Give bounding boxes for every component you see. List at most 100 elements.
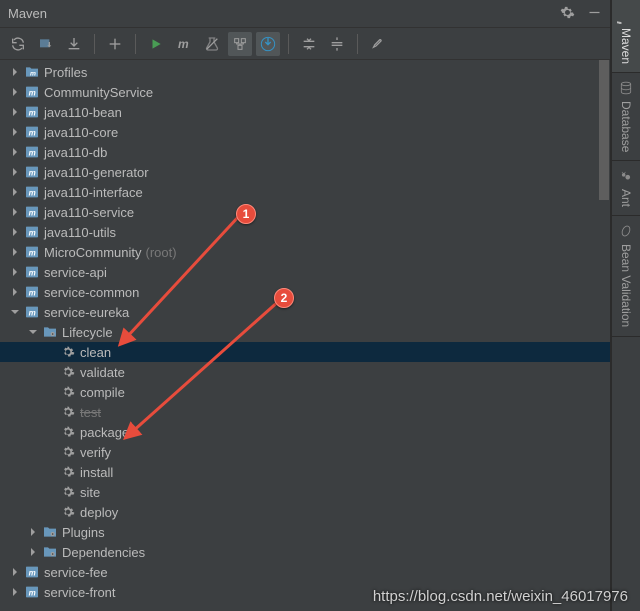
collapse-all-icon[interactable] [297,32,321,56]
tree-row[interactable]: test [0,402,610,422]
panel-header: Maven [0,0,610,28]
tree-row[interactable]: compile [0,382,610,402]
svg-text:m: m [29,88,36,97]
expand-all-icon[interactable] [325,32,349,56]
side-tab-ant[interactable]: Ant [612,161,640,216]
svg-text:m: m [30,70,36,77]
expander-icon[interactable] [8,265,22,279]
module-m-icon: m [24,304,40,320]
tree-label: java110-db [44,145,107,160]
tree-row[interactable]: mservice-common [0,282,610,302]
expander-icon[interactable] [8,125,22,139]
show-dependencies-icon[interactable] [228,32,252,56]
tree-row[interactable]: mjava110-generator [0,162,610,182]
side-tab-maven[interactable]: mMaven [612,0,640,73]
side-tabs: mMaven Database AntBean Validation [611,0,640,611]
toolbar: m [0,28,610,60]
gear-icon [60,444,76,460]
expander-icon[interactable] [8,65,22,79]
toggle-offline-icon[interactable] [256,32,280,56]
tree-row[interactable]: clean [0,342,610,362]
side-tab-label: Database [619,101,633,152]
watermark: https://blog.csdn.net/weixin_46017976 [373,588,628,605]
refresh-icon[interactable] [6,32,30,56]
tree-row[interactable]: mMicroCommunity(root) [0,242,610,262]
tree-row[interactable]: mjava110-bean [0,102,610,122]
expander-icon[interactable] [26,325,40,339]
tree-row[interactable]: site [0,482,610,502]
svg-text:m: m [29,188,36,197]
tree-row[interactable]: m service-fee [0,562,610,582]
side-tab-bean-validation[interactable]: Bean Validation [612,216,640,336]
tree-row[interactable]: m java110-db [0,142,610,162]
expander-icon[interactable] [8,205,22,219]
module-m-icon: m [24,244,40,260]
module-m-icon: m [24,224,40,240]
svg-text:m: m [617,21,627,24]
expander-icon[interactable] [8,225,22,239]
module-m-icon: m [24,564,40,580]
separator [135,34,136,54]
gear-icon [60,424,76,440]
expander-icon [44,465,58,479]
expander-icon[interactable] [8,145,22,159]
tree-row[interactable]: package [0,422,610,442]
execute-goal-icon[interactable]: m [172,32,196,56]
gear-icon [60,384,76,400]
expander-icon[interactable] [26,545,40,559]
tree-label: install [80,465,113,480]
expander-icon[interactable] [8,85,22,99]
generate-sources-icon[interactable] [34,32,58,56]
tree-row[interactable]: m service-eureka [0,302,610,322]
gear-icon[interactable] [560,5,575,23]
tree-label: service-eureka [44,305,129,320]
add-icon[interactable] [103,32,127,56]
tree-label: CommunityService [44,85,153,100]
scrollbar-thumb[interactable] [599,60,609,200]
tree-row[interactable]: Plugins [0,522,610,542]
folder-m-icon: m [24,64,40,80]
run-icon[interactable] [144,32,168,56]
expander-icon[interactable] [8,585,22,599]
tree-row[interactable]: Dependencies [0,542,610,562]
tree-row[interactable]: verify [0,442,610,462]
expander-icon[interactable] [8,565,22,579]
tree-row[interactable]: mProfiles [0,62,610,82]
tree-row[interactable]: mjava110-utils [0,222,610,242]
expander-icon [44,385,58,399]
tree-row[interactable]: install [0,462,610,482]
tree-label: verify [80,445,111,460]
tree-row[interactable]: validate [0,362,610,382]
expander-icon[interactable] [8,105,22,119]
toggle-skip-tests-icon[interactable] [200,32,224,56]
tree-row[interactable]: m CommunityService [0,82,610,102]
expander-icon[interactable] [8,305,22,319]
tree-row[interactable]: mservice-api [0,262,610,282]
tree-row[interactable]: mjava110-service [0,202,610,222]
expander-icon[interactable] [8,185,22,199]
tree-label: service-api [44,265,107,280]
tree-row[interactable]: Lifecycle [0,322,610,342]
download-icon[interactable] [62,32,86,56]
expander-icon [44,505,58,519]
minimize-icon[interactable] [587,5,602,23]
svg-text:m: m [29,228,36,237]
side-tab-database[interactable]: Database [612,73,640,161]
expander-icon[interactable] [26,525,40,539]
module-m-icon: m [24,144,40,160]
tree-row[interactable]: mjava110-interface [0,182,610,202]
expander-icon[interactable] [8,285,22,299]
scrollbar[interactable] [598,60,610,611]
settings-icon[interactable] [366,32,390,56]
tree-row[interactable]: mjava110-core [0,122,610,142]
expander-icon[interactable] [8,245,22,259]
tree-row[interactable]: deploy [0,502,610,522]
expander-icon [44,425,58,439]
gear-icon [60,504,76,520]
tree-label: service-fee [44,565,108,580]
project-tree[interactable]: mProfilesmCommunityServicemjava110-beanm… [0,60,610,611]
svg-text:m: m [29,148,36,157]
tree-label: deploy [80,505,118,520]
module-m-icon: m [24,284,40,300]
expander-icon[interactable] [8,165,22,179]
